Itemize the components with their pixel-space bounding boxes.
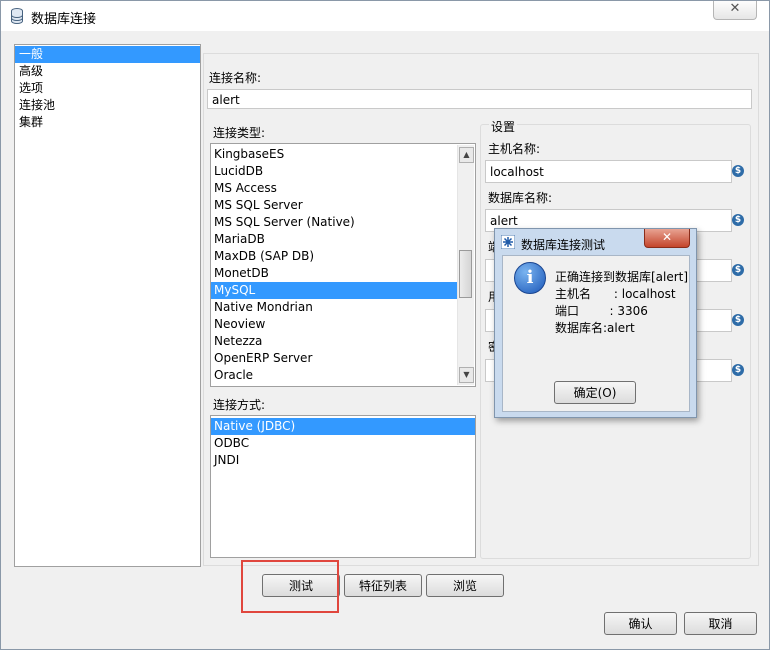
- nav-item-options[interactable]: 选项: [15, 80, 200, 97]
- access-method-list[interactable]: Native (JDBC) ODBC JNDI: [210, 415, 476, 558]
- settings-group-label: 设置: [489, 118, 518, 135]
- highlight-box: [241, 560, 339, 613]
- connection-type-item[interactable]: MS SQL Server: [211, 197, 457, 214]
- cancel-button[interactable]: 取消: [684, 612, 757, 635]
- dialog-app-icon: [501, 235, 515, 249]
- window-close-button[interactable]: ✕: [713, 1, 757, 20]
- connection-name-label: 连接名称:: [209, 71, 262, 85]
- feature-list-button[interactable]: 特征列表: [344, 574, 422, 597]
- dialog-ok-button[interactable]: 确定(O): [554, 381, 636, 404]
- access-method-item[interactable]: Native (JDBC): [211, 418, 475, 435]
- nav-item-pooling[interactable]: 连接池: [15, 97, 200, 114]
- nav-item-general[interactable]: 一般: [15, 46, 200, 63]
- connection-type-label: 连接类型:: [213, 126, 266, 140]
- scroll-up-icon[interactable]: ▲: [459, 147, 474, 163]
- access-method-item[interactable]: JNDI: [211, 452, 475, 469]
- variable-icon[interactable]: $: [732, 314, 744, 326]
- info-icon: i: [514, 262, 546, 294]
- connection-type-item[interactable]: Netezza: [211, 333, 457, 350]
- connection-type-item[interactable]: OpenERP Server: [211, 350, 457, 367]
- access-method-item[interactable]: ODBC: [211, 435, 475, 452]
- connection-type-item[interactable]: Oracle: [211, 367, 457, 384]
- connection-type-item[interactable]: KingbaseES: [211, 146, 457, 163]
- dialog-message-line: 数据库名:alert: [555, 321, 635, 335]
- window-title: 数据库连接: [31, 12, 97, 27]
- category-nav: 一般 高级 选项 连接池 集群: [14, 44, 201, 567]
- scroll-thumb[interactable]: [459, 250, 472, 298]
- access-method-label: 连接方式:: [213, 398, 266, 412]
- connection-type-item[interactable]: MaxDB (SAP DB): [211, 248, 457, 265]
- connection-type-list[interactable]: KingbaseES LucidDB MS Access MS SQL Server M…: [210, 143, 476, 387]
- scroll-down-icon[interactable]: ▼: [459, 367, 474, 383]
- host-name-label: 主机名称:: [488, 142, 541, 156]
- variable-icon[interactable]: $: [732, 364, 744, 376]
- nav-item-advanced[interactable]: 高级: [15, 63, 200, 80]
- connection-name-input[interactable]: alert: [207, 89, 752, 109]
- database-icon: [11, 8, 23, 24]
- variable-icon[interactable]: $: [732, 264, 744, 276]
- variable-icon[interactable]: $: [732, 165, 744, 177]
- dialog-message-line: 正确连接到数据库[alert]: [555, 270, 689, 284]
- host-name-input[interactable]: localhost: [485, 160, 732, 183]
- connection-type-item[interactable]: MS Access: [211, 180, 457, 197]
- dialog-message-line: 端口 : 3306: [555, 304, 648, 318]
- nav-item-cluster[interactable]: 集群: [15, 114, 200, 131]
- browse-button[interactable]: 浏览: [426, 574, 504, 597]
- connection-test-dialog: 数据库连接测试 ✕ i 正确连接到数据库[alert] 主机名 : localh…: [494, 228, 697, 418]
- connection-type-item[interactable]: MS SQL Server (Native): [211, 214, 457, 231]
- database-name-label: 数据库名称:: [488, 191, 553, 205]
- connection-type-item[interactable]: MySQL: [211, 282, 457, 299]
- connection-type-item[interactable]: MonetDB: [211, 265, 457, 282]
- connection-type-item[interactable]: MariaDB: [211, 231, 457, 248]
- dialog-message-line: 主机名 : localhost: [555, 287, 676, 301]
- dialog-close-button[interactable]: ✕: [644, 229, 690, 248]
- variable-icon[interactable]: $: [732, 214, 744, 226]
- ok-button[interactable]: 确认: [604, 612, 677, 635]
- connection-type-item[interactable]: LucidDB: [211, 163, 457, 180]
- dialog-body: i 正确连接到数据库[alert] 主机名 : localhost 端口 : 3…: [502, 255, 690, 412]
- dialog-title: 数据库连接测试: [521, 238, 606, 252]
- database-connection-window: 数据库连接 ✕ 一般 高级 选项 连接池 集群 连接名称: alert 连接类型…: [0, 0, 770, 650]
- connection-type-item[interactable]: Neoview: [211, 316, 457, 333]
- title-bar: 数据库连接 ✕: [1, 1, 769, 31]
- connection-type-scrollbar[interactable]: ▲ ▼: [457, 145, 474, 385]
- connection-type-item[interactable]: Native Mondrian: [211, 299, 457, 316]
